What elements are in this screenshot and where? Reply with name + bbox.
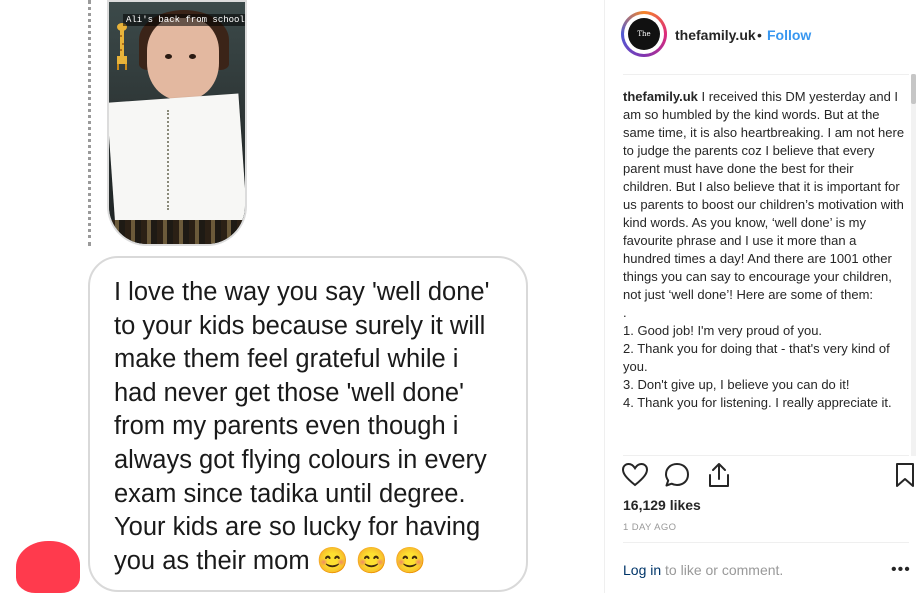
- bookmark-icon[interactable]: [891, 461, 918, 489]
- post-sidebar: The Family thefamily.uk • Follow thefami…: [604, 0, 918, 593]
- header-separator: •: [757, 27, 762, 43]
- post-header: The Family thefamily.uk • Follow: [605, 0, 918, 74]
- login-link[interactable]: Log in: [623, 562, 661, 578]
- child-face: [147, 18, 219, 100]
- header-divider: [623, 74, 909, 75]
- comment-icon[interactable]: [663, 461, 691, 489]
- giraffe-sticker-icon: [117, 23, 127, 70]
- avatar-ring: The Family: [624, 14, 664, 70]
- child-eye: [189, 54, 196, 59]
- action-bar: [621, 461, 914, 491]
- avatar[interactable]: The Family: [621, 11, 667, 70]
- message-bubble: I love the way you say 'well done' to yo…: [88, 256, 528, 592]
- scroll-thumb[interactable]: [911, 74, 916, 104]
- heart-icon[interactable]: [621, 461, 649, 489]
- login-text: to like or comment.: [661, 562, 784, 578]
- actions-divider: [623, 455, 909, 456]
- child-eye: [165, 54, 172, 59]
- share-icon[interactable]: [705, 461, 733, 489]
- post-timestamp[interactable]: 1 DAY AGO: [623, 522, 676, 533]
- username-link[interactable]: thefamily.uk: [675, 27, 756, 43]
- redacted-avatar: [16, 541, 80, 593]
- child-drawing: [167, 110, 199, 210]
- story-photo: Ali's back from school!: [107, 0, 247, 246]
- caption-body: I received this DM yesterday and I am so…: [623, 89, 905, 410]
- comments-scrollbar[interactable]: [911, 74, 916, 456]
- more-options-icon[interactable]: •••: [891, 561, 910, 578]
- caption-text: thefamily.uk I received this DM yesterda…: [623, 88, 905, 412]
- caption-username[interactable]: thefamily.uk: [623, 89, 698, 104]
- message-text: I love the way you say 'well done' to yo…: [114, 278, 490, 575]
- footer-divider: [623, 542, 909, 543]
- post-image: Ali's back from school! I love the way y…: [0, 0, 603, 593]
- carpet: [109, 220, 245, 244]
- login-prompt: Log in to like or comment.: [623, 562, 783, 578]
- follow-button[interactable]: Follow: [767, 27, 811, 43]
- story-caption: Ali's back from school!: [123, 14, 245, 26]
- avatar-logo: The Family: [628, 18, 660, 70]
- dotted-divider: [88, 0, 91, 246]
- likes-count[interactable]: 16,129 likes: [623, 497, 701, 513]
- caption-area: thefamily.uk I received this DM yesterda…: [623, 88, 905, 454]
